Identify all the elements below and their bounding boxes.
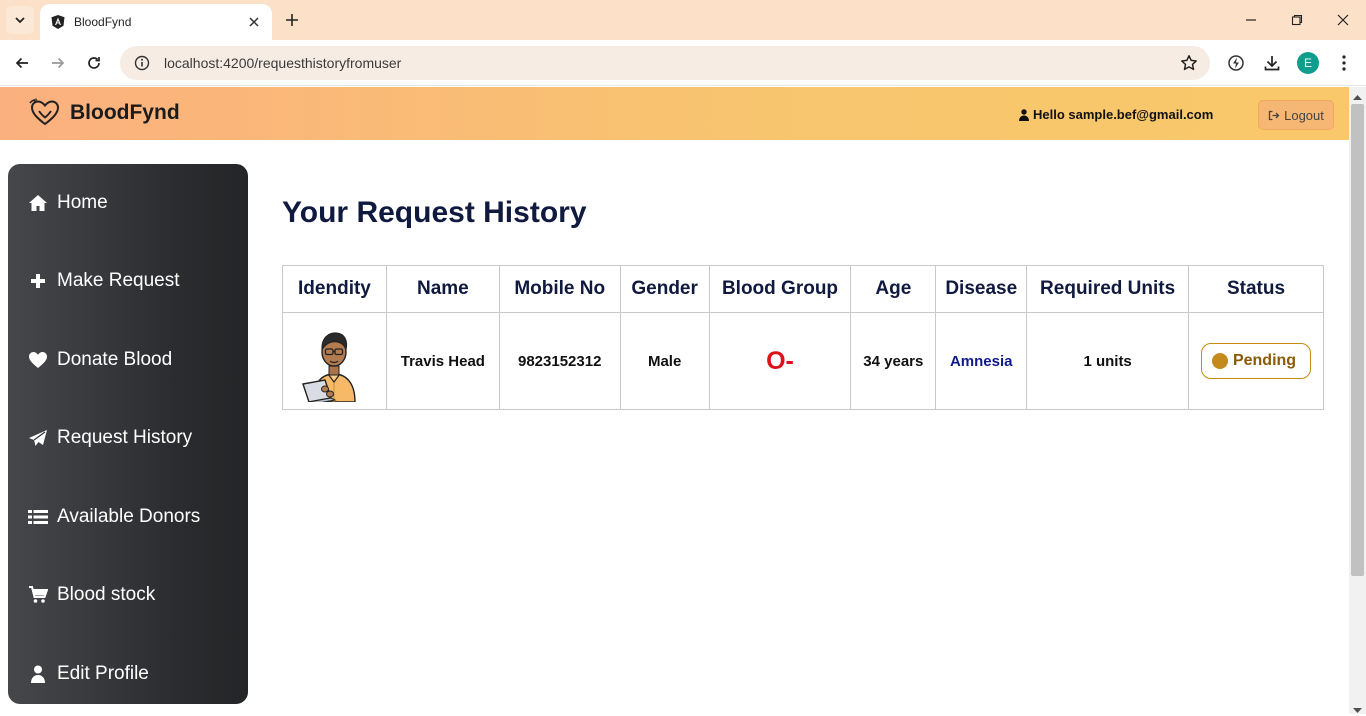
table-header-row: Idendity Name Mobile No Gender Blood Gro…: [282, 265, 1324, 313]
plus-icon: [27, 271, 49, 291]
browser-tab-strip: BloodFynd: [0, 0, 1366, 40]
greeting-text: Hello sample.bef@gmail.com: [1033, 107, 1214, 122]
sidebar: Home Make Request Donate Blood Request H…: [8, 164, 248, 704]
scroll-down-icon[interactable]: [1352, 705, 1363, 716]
column-header: Gender: [619, 265, 710, 313]
blood-group-cell: O-: [708, 312, 852, 410]
sidebar-item-label: Request History: [57, 427, 193, 448]
column-header: Name: [385, 265, 500, 313]
mobile-cell: 9823152312: [498, 312, 621, 410]
sidebar-item-label: Make Request: [57, 270, 180, 291]
plus-icon: [286, 14, 298, 26]
column-header: Idendity: [282, 265, 387, 313]
reload-icon: [88, 57, 100, 69]
sidebar-item-label: Edit Profile: [57, 663, 149, 684]
back-button[interactable]: [11, 52, 33, 74]
browser-tab[interactable]: BloodFynd: [40, 4, 272, 40]
sidebar-item-make-request[interactable]: Make Request: [8, 261, 248, 301]
status-badge: Pending: [1200, 343, 1312, 379]
sidebar-item-blood-stock[interactable]: Blood stock: [8, 575, 248, 615]
column-header: Disease: [935, 265, 1028, 313]
arrow-left-icon: [15, 57, 28, 69]
url-text: localhost:4200/requesthistoryfromuser: [164, 55, 402, 71]
sidebar-item-label: Donate Blood: [57, 349, 173, 370]
column-header: Mobile No: [498, 265, 621, 313]
close-icon: [1337, 14, 1349, 26]
disease-value: Amnesia: [949, 352, 1013, 370]
user-avatar-illustration: [302, 332, 357, 402]
app-header: BloodFynd Hello sample.bef@gmail.com Log…: [0, 87, 1349, 140]
list-icon: [27, 507, 49, 527]
brand-name: BloodFynd: [70, 101, 180, 124]
status-dot-icon: [1211, 353, 1228, 369]
scrollbar-thumb[interactable]: [1351, 104, 1364, 576]
home-icon: [27, 193, 49, 213]
user-icon: [27, 664, 49, 684]
forward-button[interactable]: [47, 52, 69, 74]
extension-icon: [1228, 55, 1244, 71]
close-window-button[interactable]: [1333, 10, 1353, 30]
minimize-icon: [1246, 19, 1256, 21]
column-header: Blood Group: [708, 265, 852, 313]
column-header: Required Units: [1026, 265, 1190, 313]
column-header: Age: [850, 265, 937, 313]
restore-button[interactable]: [1287, 10, 1307, 30]
tab-search-button[interactable]: [6, 6, 34, 34]
minimize-button[interactable]: [1241, 10, 1261, 30]
sidebar-item-available-donors[interactable]: Available Donors: [8, 497, 248, 537]
downloads-button[interactable]: [1261, 52, 1283, 74]
restore-icon: [1291, 14, 1303, 26]
brand[interactable]: BloodFynd: [28, 97, 180, 129]
paper-plane-icon: [27, 428, 49, 448]
tab-title: BloodFynd: [74, 15, 132, 29]
column-header: Status: [1188, 265, 1324, 313]
bookmark-star-icon[interactable]: [1180, 54, 1198, 77]
arrow-right-icon: [52, 57, 65, 69]
page-title: Your Request History: [282, 196, 587, 229]
identity-cell: [282, 312, 387, 410]
address-bar[interactable]: localhost:4200/requesthistoryfromuser: [120, 46, 1210, 80]
profile-avatar[interactable]: E: [1297, 52, 1319, 74]
table-row: Travis Head 9823152312 Male O- 34 years …: [282, 312, 1324, 410]
scroll-up-icon[interactable]: [1352, 91, 1363, 102]
browser-menu-button[interactable]: [1333, 52, 1355, 74]
reload-button[interactable]: [83, 52, 105, 74]
angular-icon: [51, 15, 65, 29]
status-cell: Pending: [1188, 312, 1324, 410]
new-tab-button[interactable]: [280, 8, 304, 32]
request-history-table: Idendity Name Mobile No Gender Blood Gro…: [282, 265, 1324, 410]
sidebar-item-label: Available Donors: [57, 506, 201, 527]
heart-icon: [27, 350, 49, 370]
logout-label: Logout: [1284, 107, 1324, 123]
browser-toolbar: localhost:4200/requesthistoryfromuser: [0, 40, 1366, 86]
gender-cell: Male: [619, 312, 710, 410]
close-tab-icon[interactable]: [246, 14, 262, 30]
sign-out-icon: [1268, 110, 1280, 120]
age-cell: 34 years: [850, 312, 937, 410]
sidebar-item-home[interactable]: Home: [8, 183, 248, 223]
sidebar-item-request-history[interactable]: Request History: [8, 418, 248, 458]
site-info-icon[interactable]: [134, 55, 150, 71]
name-cell: Travis Head: [385, 312, 500, 410]
sidebar-item-label: Home: [57, 192, 108, 213]
status-label: Pending: [1232, 352, 1297, 369]
sidebar-item-donate-blood[interactable]: Donate Blood: [8, 340, 248, 380]
chevron-down-icon: [15, 17, 25, 24]
sidebar-item-edit-profile[interactable]: Edit Profile: [8, 654, 248, 694]
user-greeting: Hello sample.bef@gmail.com: [1019, 107, 1213, 122]
extension-button[interactable]: [1225, 52, 1247, 74]
logout-button[interactable]: Logout: [1258, 100, 1334, 130]
blood-group-value: O-: [766, 346, 794, 375]
download-icon: [1264, 56, 1280, 71]
units-cell: 1 units: [1026, 312, 1190, 410]
more-vert-icon: [1342, 55, 1346, 71]
cart-icon: [27, 585, 49, 605]
sidebar-item-label: Blood stock: [57, 584, 156, 605]
disease-cell: Amnesia: [935, 312, 1028, 410]
heart-hands-logo-icon: [29, 98, 60, 126]
user-icon: [1019, 108, 1029, 121]
